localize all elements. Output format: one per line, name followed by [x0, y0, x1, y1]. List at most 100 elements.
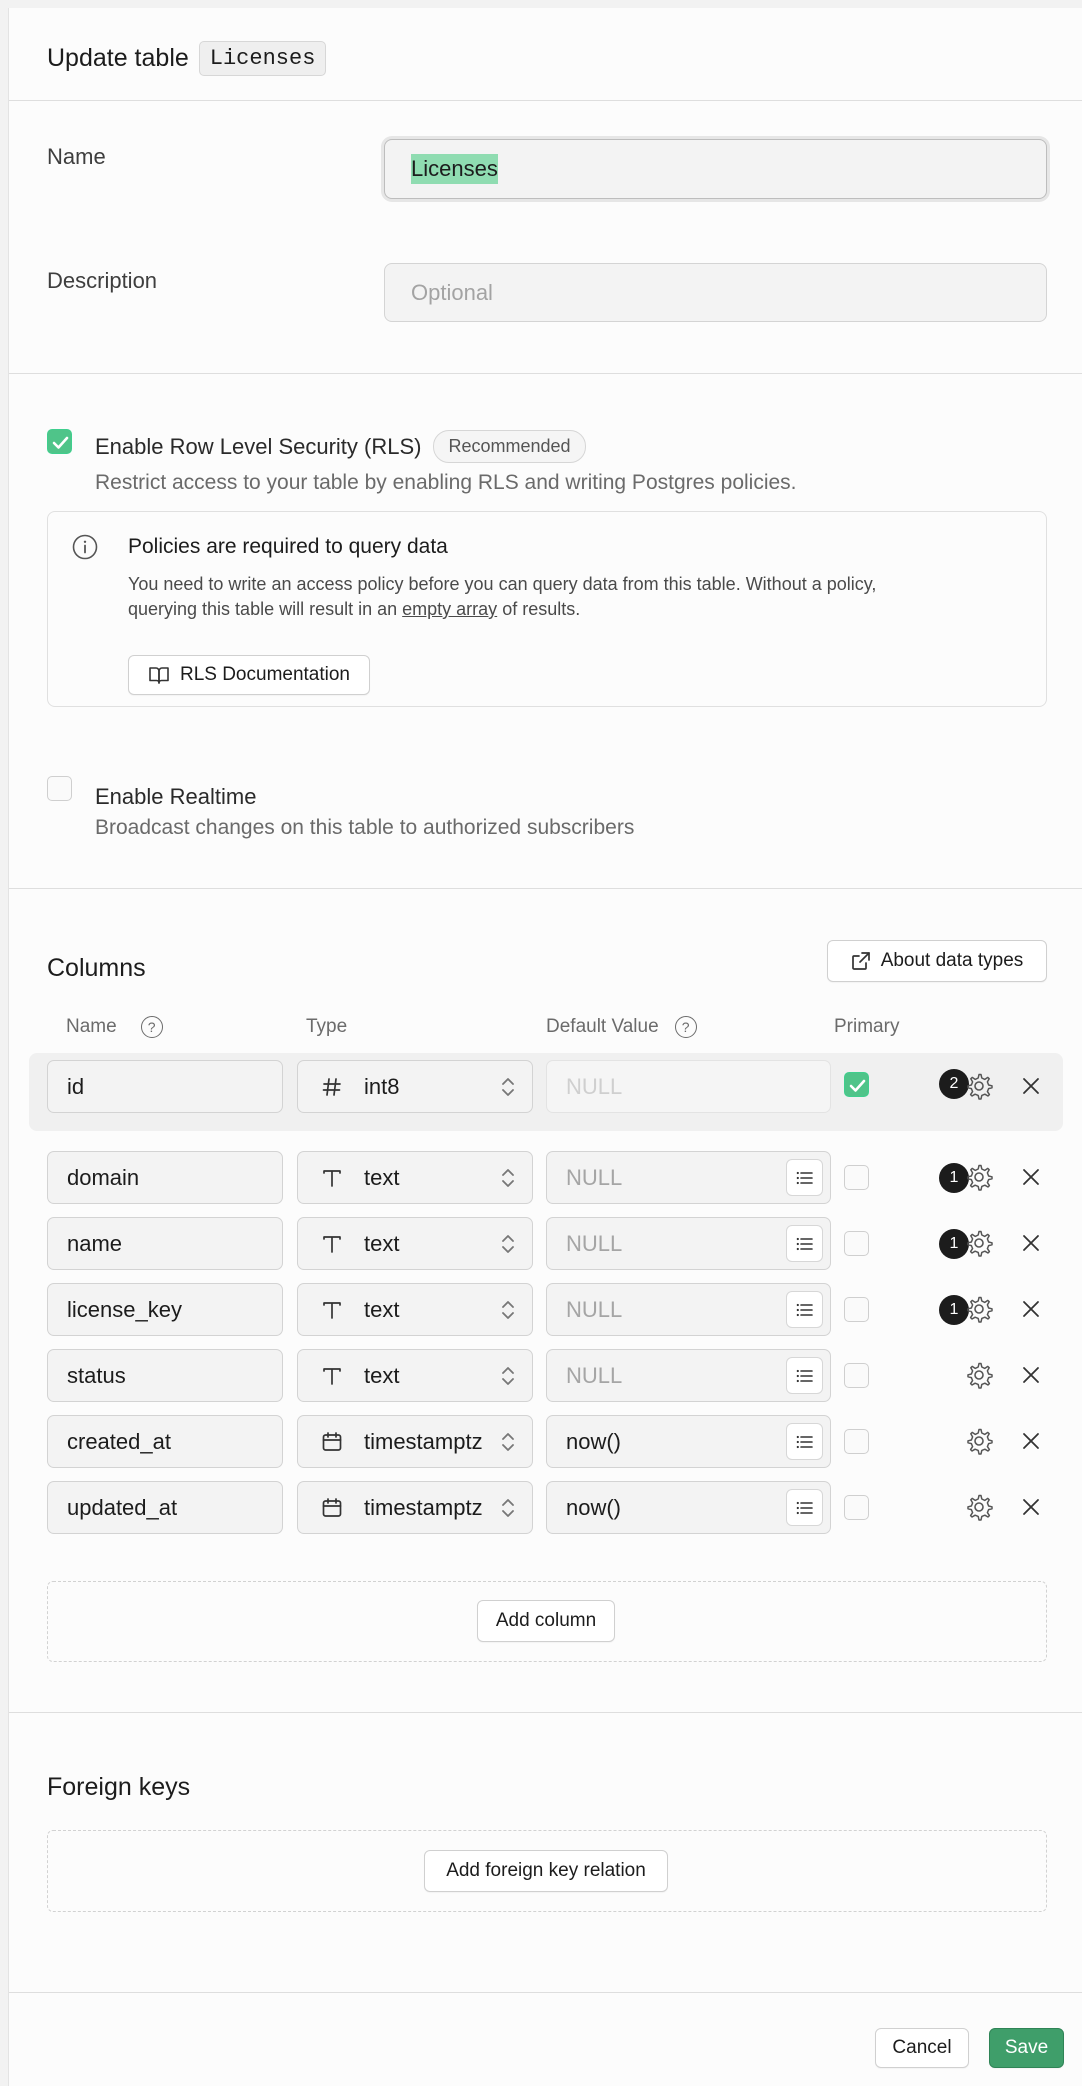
divider — [9, 1712, 1082, 1713]
primary-checkbox[interactable] — [844, 1072, 869, 1097]
default-value-suggestions-button[interactable] — [786, 1291, 823, 1328]
primary-checkbox[interactable] — [844, 1495, 869, 1520]
column-default-input[interactable]: now() — [546, 1481, 831, 1534]
remove-column-icon[interactable] — [1019, 1495, 1043, 1519]
default-value-suggestions-button[interactable] — [786, 1489, 823, 1526]
realtime-checkbox[interactable] — [47, 776, 72, 801]
gear-icon[interactable] — [965, 1072, 993, 1100]
info-icon — [72, 534, 98, 560]
column-default-input[interactable]: NULL — [546, 1283, 831, 1336]
column-type-select[interactable]: int8 — [297, 1060, 533, 1113]
empty-array-link[interactable]: empty array — [402, 599, 497, 619]
table-name-input[interactable]: Licenses — [384, 139, 1047, 199]
header-type: Type — [306, 1016, 348, 1037]
column-name-value: created_at — [67, 1428, 171, 1454]
remove-column-icon[interactable] — [1019, 1297, 1043, 1321]
help-icon[interactable]: ? — [674, 1016, 697, 1038]
column-type-select[interactable]: timestamptz — [297, 1481, 533, 1534]
column-default-input[interactable]: NULL — [546, 1151, 831, 1204]
chevrons-up-down-icon — [502, 1367, 514, 1385]
remove-column-icon[interactable] — [1019, 1429, 1043, 1453]
column-type-value: timestamptz — [364, 1494, 483, 1520]
list-icon — [796, 1303, 813, 1316]
column-name-value: status — [67, 1362, 126, 1388]
gear-icon[interactable] — [965, 1427, 993, 1455]
default-value-suggestions-button[interactable] — [786, 1225, 823, 1262]
column-name-input[interactable]: name — [47, 1217, 283, 1270]
column-type-select[interactable]: text — [297, 1217, 533, 1270]
column-type-select[interactable]: timestamptz — [297, 1415, 533, 1468]
description-placeholder: Optional — [411, 279, 493, 305]
column-default-value: NULL — [566, 1296, 623, 1322]
default-value-suggestions-button[interactable] — [786, 1159, 823, 1196]
divider — [9, 100, 1082, 101]
chevrons-up-down-icon — [502, 1433, 514, 1451]
remove-column-icon[interactable] — [1019, 1231, 1043, 1255]
gear-icon[interactable] — [965, 1229, 993, 1257]
column-default-input[interactable]: NULL — [546, 1217, 831, 1270]
column-name-input[interactable]: created_at — [47, 1415, 283, 1468]
chevrons-up-down-icon — [502, 1078, 514, 1096]
add-foreign-key-button[interactable]: Add foreign key relation — [424, 1850, 668, 1892]
description-input[interactable]: Optional — [384, 263, 1047, 322]
column-name-value: license_key — [67, 1296, 182, 1322]
about-data-types-label: About data types — [880, 950, 1024, 971]
list-icon — [796, 1501, 813, 1514]
panel-header: Update table Licenses — [47, 41, 327, 76]
column-name-input[interactable]: domain — [47, 1151, 283, 1204]
help-icon[interactable]: ? — [140, 1016, 163, 1038]
column-default-placeholder: NULL — [566, 1073, 623, 1099]
remove-column-icon[interactable] — [1019, 1165, 1043, 1189]
gear-icon[interactable] — [965, 1163, 993, 1191]
column-name-input[interactable]: status — [47, 1349, 283, 1402]
column-name-input[interactable]: id — [47, 1060, 283, 1113]
column-default-input[interactable]: NULL — [546, 1349, 831, 1402]
primary-checkbox[interactable] — [844, 1429, 869, 1454]
check-icon — [849, 1079, 866, 1092]
name-label: Name — [47, 144, 106, 169]
column-type-select[interactable]: text — [297, 1283, 533, 1336]
callout-body: You need to write an access policy befor… — [128, 572, 1028, 622]
text-icon — [318, 1166, 346, 1190]
text-icon — [318, 1298, 346, 1322]
column-type-value: timestamptz — [364, 1428, 483, 1454]
column-type-value: int8 — [364, 1073, 400, 1099]
hash-icon — [318, 1076, 346, 1098]
default-value-suggestions-button[interactable] — [786, 1423, 823, 1460]
remove-column-icon[interactable] — [1019, 1074, 1043, 1098]
column-default-input[interactable]: now() — [546, 1415, 831, 1468]
page-title: Update table — [47, 44, 189, 72]
column-name-value: name — [67, 1230, 123, 1256]
column-type-value: text — [364, 1296, 400, 1322]
add-column-button[interactable]: Add column — [477, 1600, 615, 1642]
rls-checkbox[interactable] — [47, 429, 72, 454]
column-name-input[interactable]: updated_at — [47, 1481, 283, 1534]
text-icon — [318, 1364, 346, 1388]
side-panel: Update table Licenses Name Licenses Desc… — [8, 8, 1082, 2086]
table-name-value: Licenses — [411, 154, 498, 184]
gear-icon[interactable] — [965, 1361, 993, 1389]
list-icon — [796, 1237, 813, 1250]
callout-body-line-1: You need to write an access policy befor… — [128, 574, 877, 594]
list-icon — [796, 1369, 813, 1382]
primary-checkbox[interactable] — [844, 1165, 869, 1190]
gear-icon[interactable] — [965, 1295, 993, 1323]
callout-body-line-2: querying this table will result in an em… — [128, 597, 1028, 622]
divider — [9, 1992, 1082, 1993]
rls-documentation-button[interactable]: RLS Documentation — [128, 655, 370, 695]
remove-column-icon[interactable] — [1019, 1363, 1043, 1387]
about-data-types-button[interactable]: About data types — [827, 940, 1047, 982]
primary-checkbox[interactable] — [844, 1297, 869, 1322]
column-name-input[interactable]: license_key — [47, 1283, 283, 1336]
primary-checkbox[interactable] — [844, 1363, 869, 1388]
default-value-suggestions-button[interactable] — [786, 1357, 823, 1394]
gear-icon[interactable] — [965, 1493, 993, 1521]
external-link-icon — [851, 952, 870, 970]
chevrons-up-down-icon — [502, 1301, 514, 1319]
chevrons-up-down-icon — [502, 1499, 514, 1517]
column-type-select[interactable]: text — [297, 1349, 533, 1402]
primary-checkbox[interactable] — [844, 1231, 869, 1256]
column-type-select[interactable]: text — [297, 1151, 533, 1204]
save-button[interactable]: Save — [989, 2028, 1064, 2068]
cancel-button[interactable]: Cancel — [875, 2028, 969, 2068]
